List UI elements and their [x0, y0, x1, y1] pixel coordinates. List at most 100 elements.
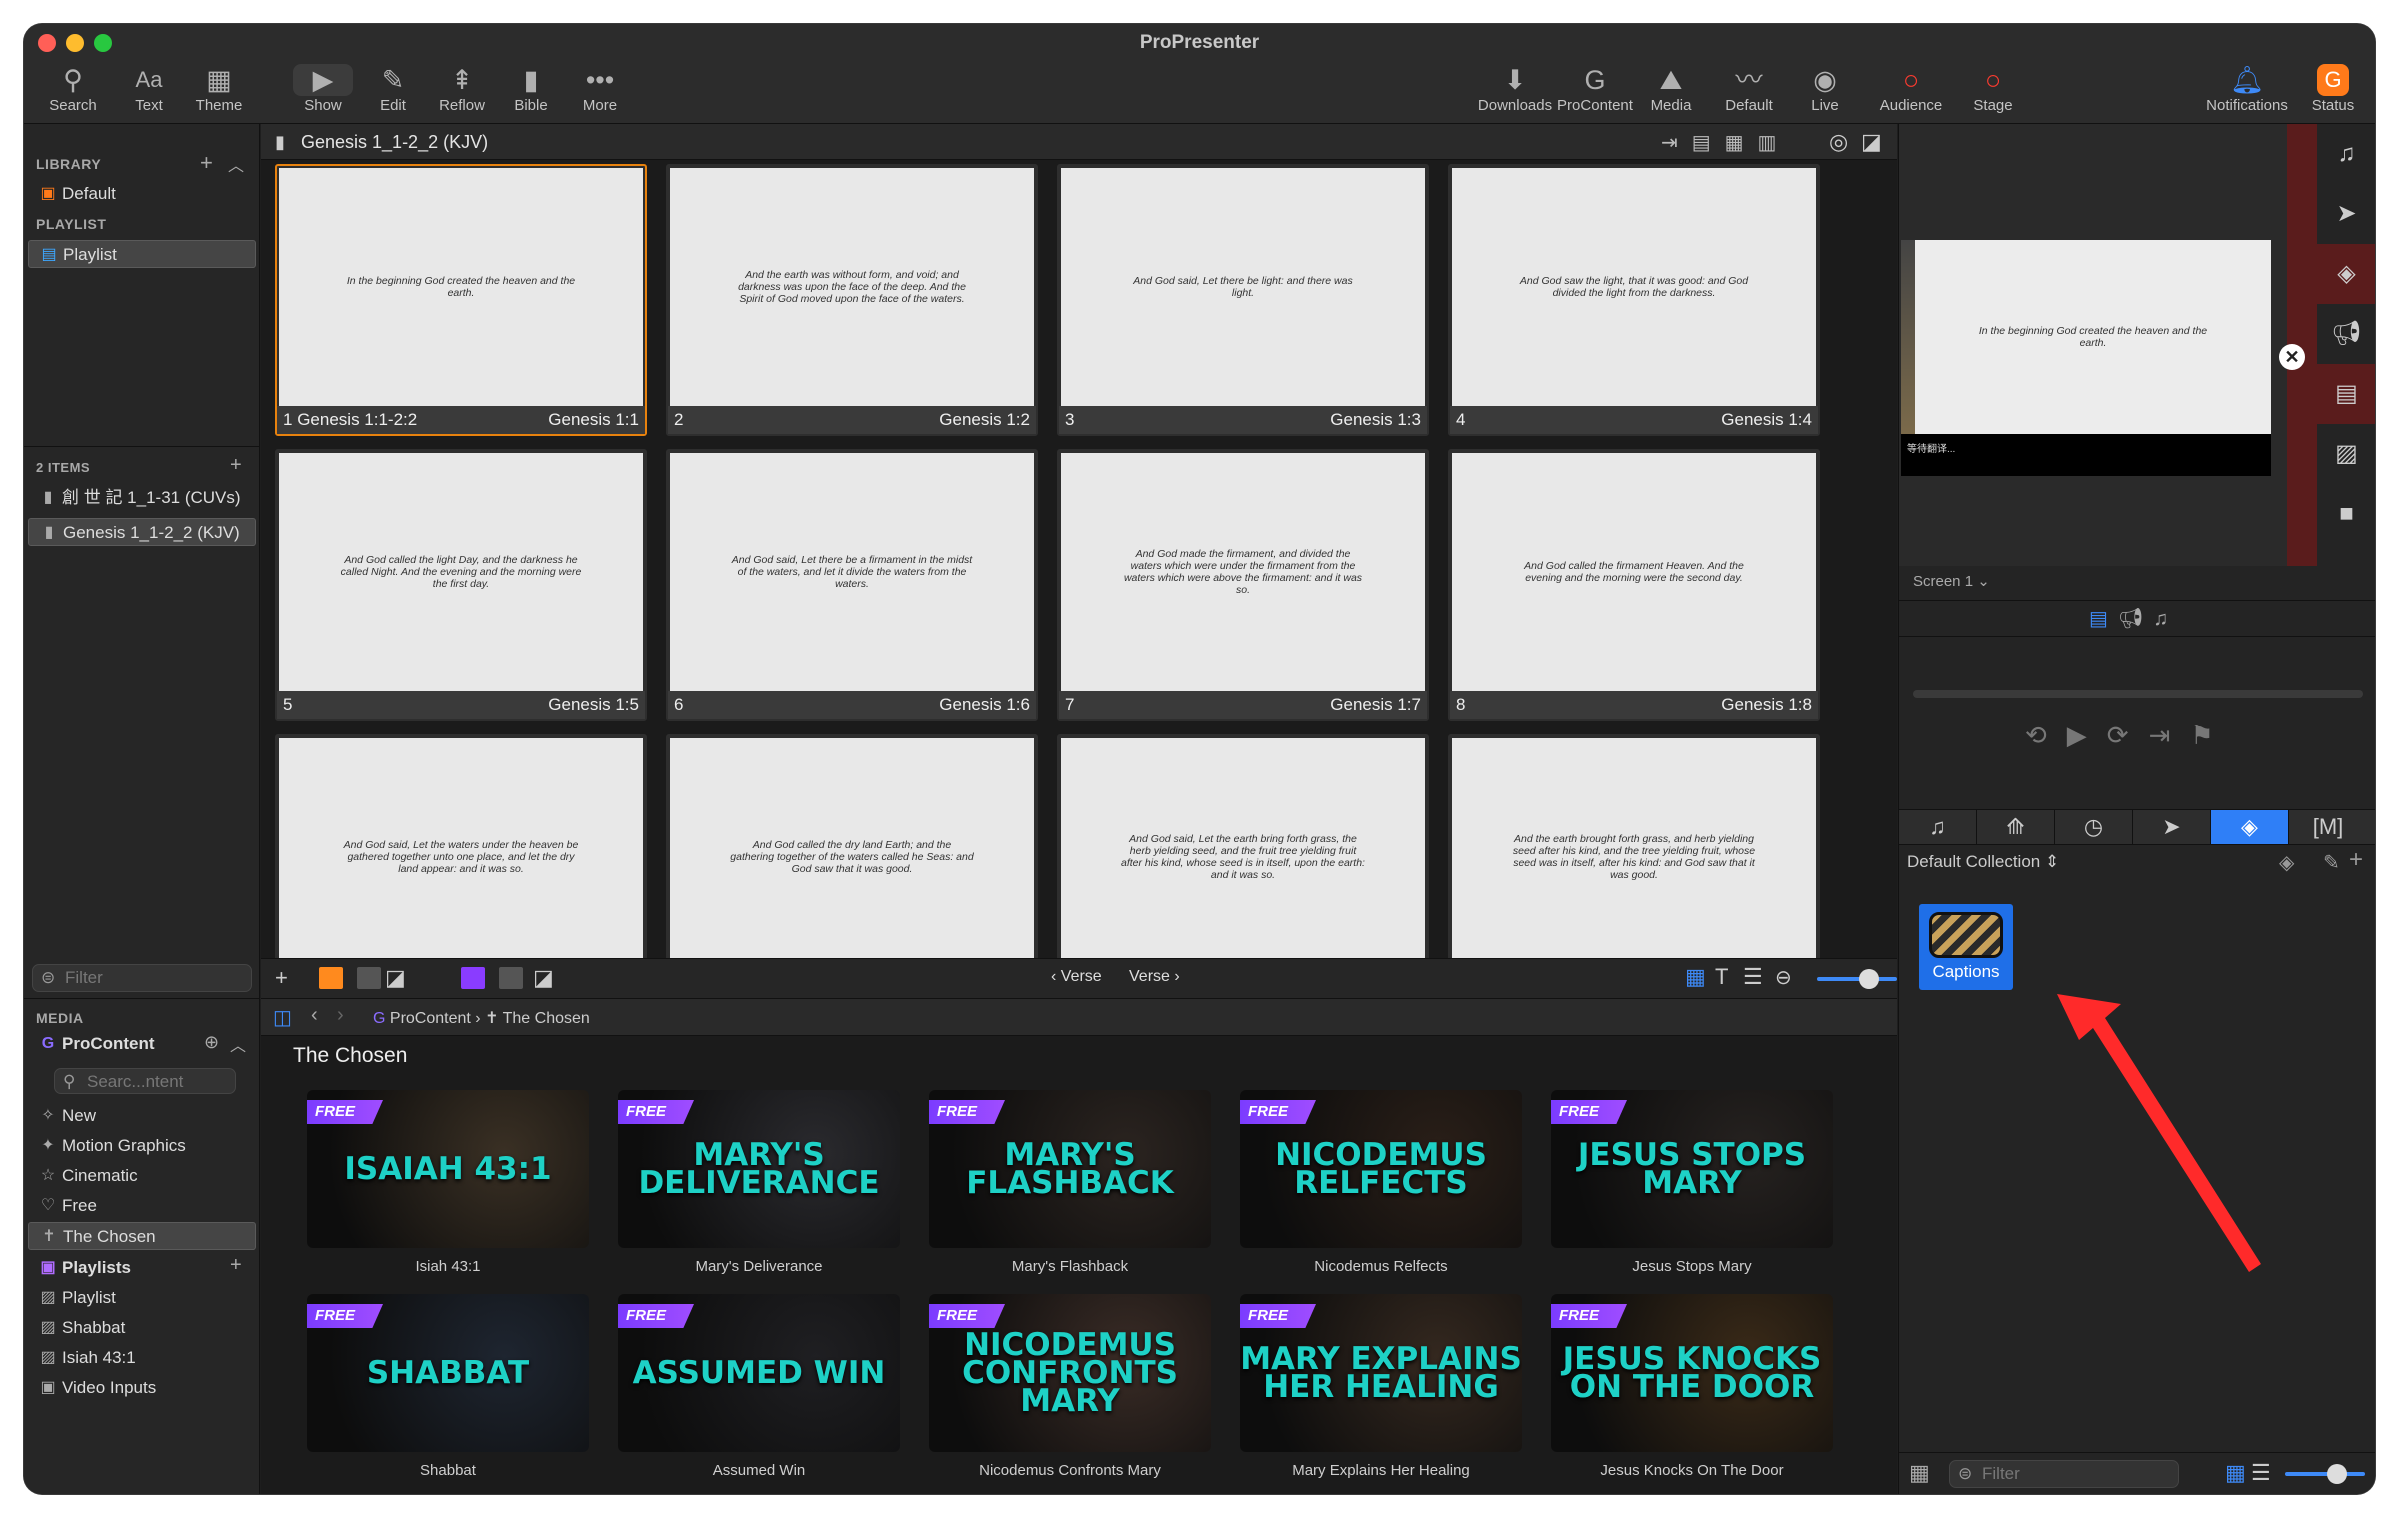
tab-props[interactable]: ◈ [2211, 810, 2289, 844]
layer-toggle-icons[interactable]: ▤📢︎♫ [2089, 606, 2178, 631]
slide-thumbnail[interactable]: And God called the light Day, and the da… [275, 449, 647, 721]
content-thumbnail[interactable]: JESUS STOPS MARY FREE [1551, 1090, 1833, 1248]
slide-thumbnail[interactable]: And God called the firmament Heaven. And… [1448, 449, 1820, 721]
layers-icon[interactable]: ◈ [2317, 244, 2375, 304]
collection-selector[interactable]: Default Collection ⇕ [1907, 852, 2059, 872]
slide-thumbnail[interactable]: And God said, Let the waters under the h… [275, 734, 647, 958]
layers-icon[interactable]: ◈ [2279, 850, 2294, 875]
checker-icon[interactable]: ▦ [1909, 1460, 1930, 1486]
sidebar-toggle-icon[interactable]: ◫ [273, 1005, 292, 1030]
view-options-icon[interactable]: ⇥▤▦▥ [1661, 130, 1790, 155]
library-filter-input[interactable]: ⊜ Filter [32, 964, 252, 992]
chevron-up-icon[interactable]: ︿ [230, 1032, 246, 1056]
media-playlist-item[interactable]: ▨ Playlist [28, 1284, 256, 1312]
more-options-icon[interactable]: ⊖ [1775, 965, 1792, 990]
send-icon[interactable]: ➤ [2317, 184, 2375, 244]
media-item-motion-graphics[interactable]: ✦ Motion Graphics [28, 1132, 256, 1160]
slide-thumbnail[interactable]: And God said, Let the earth bring forth … [1057, 734, 1429, 958]
notifications-button[interactable]: 🔔︎ Notifications [2192, 64, 2302, 120]
slide-thumbnail[interactable]: And God made the firmament, and divided … [1057, 449, 1429, 721]
add-item-icon[interactable]: + [230, 454, 242, 477]
chevron-up-icon[interactable]: ︿ [228, 152, 244, 176]
content-thumbnail[interactable]: MARY'S FLASHBACK FREE [929, 1090, 1211, 1248]
content-thumbnail[interactable]: JESUS KNOCKS ON THE DOOR FREE [1551, 1294, 1833, 1452]
checker-icon[interactable] [357, 967, 381, 989]
forward-icon[interactable]: › [337, 1004, 344, 1027]
audience-button[interactable]: ○ Audience [1866, 64, 1956, 120]
content-thumbnail[interactable]: SHABBAT FREE [307, 1294, 589, 1452]
procontent-source[interactable]: G ProContent [28, 1030, 256, 1058]
image-icon[interactable]: ▨ [2317, 424, 2375, 484]
status-button[interactable]: G Status [2288, 64, 2375, 120]
verse-next-button[interactable]: Verse › [1129, 968, 1180, 986]
purple-group-icon[interactable] [461, 967, 485, 989]
zoom-slider-knob[interactable] [1859, 969, 1879, 989]
list-view-icon[interactable]: ☰ [1743, 964, 1763, 990]
doc-item-cuvs[interactable]: ▮ 創 世 記 1_1-31 (CUVs) [28, 484, 256, 512]
prop-item-captions[interactable]: Captions [1919, 904, 2013, 990]
checker-icon[interactable] [499, 967, 523, 989]
tab-audio[interactable]: ♫ [1899, 810, 1977, 844]
playlist-item[interactable]: ▤ Playlist [28, 240, 256, 268]
slide-thumbnail[interactable]: And the earth brought forth grass, and h… [1448, 734, 1820, 958]
add-playlist-icon[interactable]: + [230, 1254, 242, 1277]
content-thumbnail[interactable]: NICODEMUS RELFECTS FREE [1240, 1090, 1522, 1248]
downloads-button[interactable]: ⬇ Downloads [1470, 64, 1560, 120]
media-item-free[interactable]: ♡ Free [28, 1192, 256, 1220]
media-playlist-item[interactable]: ▨ Isiah 43:1 [28, 1344, 256, 1372]
slide-thumbnail[interactable]: And the earth was without form, and void… [666, 164, 1038, 436]
transition-icon[interactable]: ◪ [385, 965, 406, 991]
add-slide-icon[interactable]: + [275, 965, 288, 991]
slide-thumbnail[interactable]: And God said, Let there be a firmament i… [666, 449, 1038, 721]
theme-button[interactable]: ▦ Theme [174, 64, 264, 120]
doc-item-kjv[interactable]: ▮ Genesis 1_1-2_2 (KJV) [28, 518, 256, 546]
globe-icon[interactable]: ⊕ [204, 1032, 219, 1053]
live-button[interactable]: ◉ Live [1780, 64, 1870, 120]
list-view-icon[interactable]: ☰ [2251, 1460, 2271, 1486]
size-slider-knob[interactable] [2327, 1464, 2347, 1484]
content-thumbnail[interactable]: NICODEMUS CONFRONTS MARY FREE [929, 1294, 1211, 1452]
props-filter-input[interactable]: ⊜ Filter [1949, 1460, 2179, 1488]
preview-screen[interactable]: In the beginning God created the heaven … [1901, 240, 2271, 476]
library-item-default[interactable]: ▣ Default [28, 180, 256, 208]
screen-selector[interactable]: Screen 1 ⌄ [1913, 572, 1990, 590]
tab-macros[interactable]: [M] [2289, 810, 2367, 844]
text-view-icon[interactable]: T [1715, 964, 1728, 990]
media-item-cinematic[interactable]: ☆ Cinematic [28, 1162, 256, 1190]
media-button[interactable]: ⛰ Media [1626, 64, 1716, 120]
add-prop-icon[interactable]: + [2349, 846, 2363, 874]
orange-group-icon[interactable] [319, 967, 343, 989]
edit-icon[interactable]: ✎ [2323, 850, 2340, 875]
verse-prev-button[interactable]: ‹ Verse [1051, 968, 1102, 986]
media-item-the-chosen[interactable]: ✝ The Chosen [28, 1222, 256, 1250]
breadcrumb-procontent[interactable]: ProContent [390, 1010, 471, 1027]
announcement-icon[interactable]: 📢︎ [2317, 304, 2375, 364]
media-playlist-item[interactable]: ▣ Video Inputs [28, 1374, 256, 1402]
close-icon[interactable]: ✕ [2279, 344, 2305, 370]
grid-view-icon[interactable]: ▦ [2225, 1460, 2246, 1486]
playlists-heading[interactable]: ▣ Playlists [28, 1254, 256, 1282]
message-icon[interactable]: ▤ [2317, 364, 2375, 424]
zoom-slider[interactable] [1817, 977, 1897, 981]
size-slider[interactable] [2285, 1472, 2365, 1476]
content-thumbnail[interactable]: ASSUMED WIN FREE [618, 1294, 900, 1452]
content-thumbnail[interactable]: ISAIAH 43:1 FREE [307, 1090, 589, 1248]
transition-icon[interactable]: ◪ [1861, 129, 1882, 155]
content-thumbnail[interactable]: MARY'S DELIVERANCE FREE [618, 1090, 900, 1248]
record-icon[interactable]: ◎ [1829, 129, 1848, 155]
add-library-icon[interactable]: + [200, 150, 213, 176]
slide-thumbnail[interactable]: And God saw the light, that it was good:… [1448, 164, 1820, 436]
music-icon[interactable]: ♫ [2317, 124, 2375, 184]
more-button[interactable]: ••• More [555, 64, 645, 120]
stage-button[interactable]: ○ Stage [1948, 64, 2038, 120]
camera-icon[interactable]: ■ [2317, 484, 2375, 544]
media-item-new[interactable]: ✧ New [28, 1102, 256, 1130]
breadcrumb-the-chosen[interactable]: The Chosen [503, 1010, 590, 1027]
tab-timers[interactable]: ◷ [2055, 810, 2133, 844]
slide-thumbnail[interactable]: And God said, Let there be light: and th… [1057, 164, 1429, 436]
grid-view-icon[interactable]: ▦ [1685, 964, 1706, 990]
slide-thumbnail[interactable]: In the beginning God created the heaven … [275, 164, 647, 436]
procontent-search-input[interactable]: ⚲ Searc...ntent [54, 1068, 236, 1094]
transport-controls[interactable]: ⟲▶⟳⇥⚑ [2025, 720, 2234, 751]
slide-thumbnail[interactable]: And God called the dry land Earth; and t… [666, 734, 1038, 958]
